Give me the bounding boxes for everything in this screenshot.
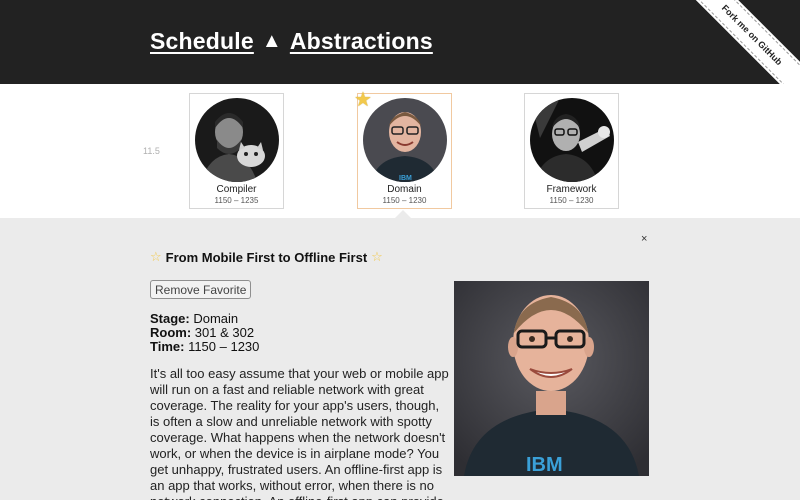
- stage-row: Stage: Domain: [150, 312, 259, 326]
- remove-favorite-button[interactable]: Remove Favorite: [150, 280, 252, 299]
- card-stage: Compiler: [216, 184, 257, 195]
- talk-title: ☆ From Mobile First to Offline First ☆: [150, 249, 383, 265]
- stage-label: Stage:: [150, 311, 190, 326]
- talk-card-framework[interactable]: Framework 1150 – 1230: [524, 93, 619, 209]
- star-icon: ☆: [150, 249, 162, 264]
- card-stage: Domain: [387, 184, 422, 195]
- schedule-link[interactable]: Schedule: [150, 28, 254, 55]
- room-row: Room: 301 & 302: [150, 326, 259, 340]
- top-bar: Schedule ▲ Abstractions Fork me on GitHu…: [0, 0, 800, 84]
- fork-on-github-ribbon[interactable]: Fork me on GitHub: [672, 0, 800, 84]
- card-stage: Framework: [546, 184, 597, 195]
- avatar: [194, 98, 279, 182]
- time-row: Time: 1150 – 1230: [150, 340, 259, 354]
- selection-caret-icon: [395, 210, 411, 218]
- talk-detail-panel: × ☆ From Mobile First to Offline First ☆…: [0, 218, 800, 500]
- speaker-photo: IBM: [454, 281, 649, 476]
- time-marker: 11.5: [143, 146, 160, 156]
- talk-card-domain[interactable]: ★ IBM Domain 1150 – 1230: [354, 89, 452, 209]
- time-label: Time:: [150, 339, 185, 354]
- avatar: [529, 98, 614, 182]
- close-icon[interactable]: ×: [641, 233, 647, 245]
- talk-card-compiler[interactable]: Compiler 1150 – 1235: [189, 93, 284, 209]
- time-value: 1150 – 1230: [188, 339, 260, 354]
- shirt-logo: IBM: [526, 454, 563, 476]
- favorite-star-icon: ★: [354, 89, 372, 111]
- talk-description: It's all too easy assume that your web o…: [150, 366, 449, 500]
- schedule-slot-row: 11.5 Compiler 1150 – 1235 ★ IBM Domain 1…: [0, 84, 800, 218]
- abstractions-link[interactable]: Abstractions: [290, 28, 433, 55]
- room-label: Room:: [150, 325, 192, 340]
- card-time: 1150 – 1230: [549, 196, 594, 205]
- star-icon: ☆: [371, 249, 383, 264]
- talk-title-text: From Mobile First to Offline First: [165, 249, 368, 265]
- triangle-separator-icon: ▲: [261, 30, 282, 52]
- room-value: 301 & 302: [194, 325, 255, 340]
- avatar: IBM: [362, 98, 447, 182]
- card-time: 1150 – 1235: [214, 196, 259, 205]
- svg-text:IBM: IBM: [399, 175, 412, 182]
- stage-value: Domain: [193, 311, 239, 326]
- card-time: 1150 – 1230: [382, 196, 427, 205]
- talk-meta: Stage: Domain Room: 301 & 302 Time: 1150…: [150, 312, 259, 354]
- brand-nav: Schedule ▲ Abstractions: [150, 28, 433, 55]
